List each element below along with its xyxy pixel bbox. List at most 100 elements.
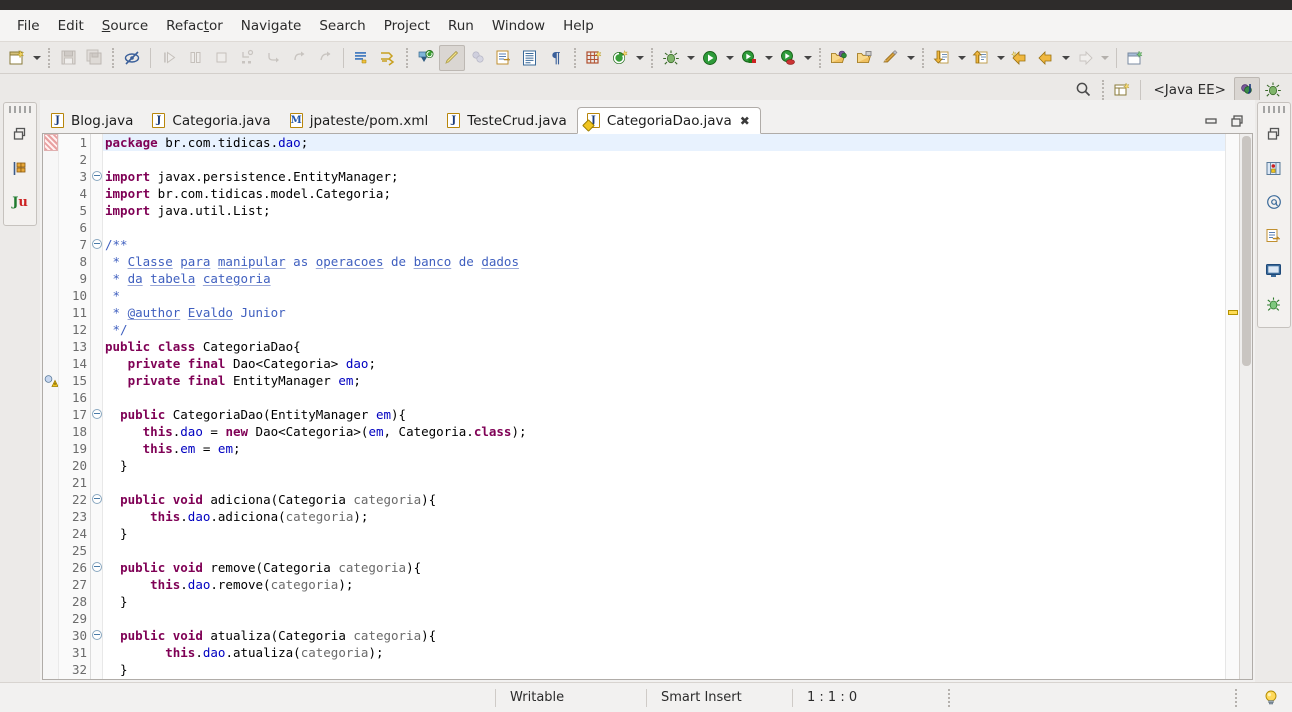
- editor-tab-categoria-java[interactable]: J Categoria.java: [143, 107, 280, 134]
- status-grip-2[interactable]: [1235, 688, 1238, 707]
- junit-icon[interactable]: Ju: [6, 188, 34, 216]
- fold-collapse-icon[interactable]: [92, 409, 102, 419]
- servers-icon[interactable]: [1260, 290, 1288, 318]
- code-line[interactable]: }: [103, 661, 1225, 678]
- code-line[interactable]: * da tabela categoria: [103, 270, 1225, 287]
- scrollbar-thumb[interactable]: [1242, 136, 1251, 366]
- code-line[interactable]: [103, 610, 1225, 627]
- overview-ruler[interactable]: [1225, 134, 1239, 679]
- run-server-icon[interactable]: [736, 45, 762, 71]
- menu-window[interactable]: Window: [483, 15, 554, 37]
- code-line[interactable]: * Classe para manipular as operacoes de …: [103, 253, 1225, 270]
- back-icon[interactable]: [1007, 45, 1033, 71]
- editor-tab-blog-java[interactable]: J Blog.java: [42, 107, 143, 134]
- skip-breakpoints-icon[interactable]: [375, 45, 401, 71]
- open-perspective-icon[interactable]: [1109, 77, 1135, 103]
- code-line[interactable]: public void remove(Categoria categoria){: [103, 559, 1225, 576]
- no-print-icon[interactable]: [119, 45, 145, 71]
- restore-view-icon[interactable]: [1260, 120, 1288, 148]
- code-line[interactable]: [103, 151, 1225, 168]
- new-class-dropdown-arrow[interactable]: [633, 46, 646, 70]
- code-line[interactable]: [103, 219, 1225, 236]
- maximize-icon[interactable]: [1229, 113, 1245, 129]
- package-explorer-icon[interactable]: [6, 154, 34, 182]
- code-line[interactable]: import javax.persistence.EntityManager;: [103, 168, 1225, 185]
- at-icon[interactable]: [1260, 188, 1288, 216]
- left-rail-grip[interactable]: [9, 106, 31, 113]
- code-line[interactable]: private final Dao<Categoria> dao;: [103, 355, 1225, 372]
- code-line[interactable]: import br.com.tidicas.model.Categoria;: [103, 185, 1225, 202]
- menu-edit[interactable]: Edit: [49, 15, 93, 37]
- code-line[interactable]: this.dao.adiciona(categoria);: [103, 508, 1225, 525]
- code-line[interactable]: */: [103, 321, 1225, 338]
- menu-project[interactable]: Project: [375, 15, 439, 37]
- run-profile-icon[interactable]: [775, 45, 801, 71]
- editor-marker-ruler[interactable]: [43, 134, 59, 679]
- minimize-icon[interactable]: [1203, 113, 1219, 129]
- editor-tab-testecrud-java[interactable]: J TesteCrud.java: [438, 107, 577, 134]
- new-wizard-icon[interactable]: [4, 45, 30, 71]
- open-task-icon[interactable]: [491, 45, 517, 71]
- vertical-scrollbar[interactable]: [1239, 134, 1252, 679]
- code-line[interactable]: this.dao.atualiza(categoria);: [103, 644, 1225, 661]
- search-icon[interactable]: [1071, 77, 1097, 103]
- code-line[interactable]: public class CategoriaDao{: [103, 338, 1225, 355]
- next-annotation-dropdown-arrow[interactable]: [955, 46, 968, 70]
- status-grip-1[interactable]: [948, 688, 951, 707]
- warning-marker-icon[interactable]: [44, 374, 58, 388]
- run-server-dropdown-arrow[interactable]: [762, 46, 775, 70]
- editor-tab-categoriadao-java[interactable]: J CategoriaDao.java ✖: [576, 107, 761, 134]
- restore-view-icon[interactable]: [6, 120, 34, 148]
- code-line[interactable]: package br.com.tidicas.dao;: [103, 134, 1225, 151]
- code-line[interactable]: [103, 389, 1225, 406]
- fold-collapse-icon[interactable]: [92, 239, 102, 249]
- lightbulb-icon[interactable]: [1248, 689, 1292, 707]
- code-editor[interactable]: 1 2 3 4 5 6 7 8 9 10 11 12 13 14 15 16 17 18 19 20 21 22 23 24 2…: [42, 134, 1253, 680]
- new-window-icon[interactable]: [1122, 45, 1148, 71]
- code-line[interactable]: * @author Evaldo Junior: [103, 304, 1225, 321]
- code-line[interactable]: public CategoriaDao(EntityManager em){: [103, 406, 1225, 423]
- folding-ruler[interactable]: [91, 134, 103, 679]
- debug-icon[interactable]: [658, 45, 684, 71]
- run-icon[interactable]: [697, 45, 723, 71]
- show-whitespace-icon[interactable]: [517, 45, 543, 71]
- code-line[interactable]: [103, 474, 1225, 491]
- toggle-mark-occurrences-icon[interactable]: [413, 45, 439, 71]
- code-line[interactable]: }: [103, 525, 1225, 542]
- menu-file[interactable]: File: [8, 15, 49, 37]
- menu-run[interactable]: Run: [439, 15, 483, 37]
- code-line[interactable]: import java.util.List;: [103, 202, 1225, 219]
- fold-collapse-icon[interactable]: [92, 494, 102, 504]
- external-tools-icon[interactable]: [878, 45, 904, 71]
- debug-dropdown-arrow[interactable]: [684, 46, 697, 70]
- fold-collapse-icon[interactable]: [92, 171, 102, 181]
- forward-icon[interactable]: [1033, 45, 1059, 71]
- fold-collapse-icon[interactable]: [92, 562, 102, 572]
- previous-annotation-dropdown-arrow[interactable]: [994, 46, 1007, 70]
- menu-refactor[interactable]: Refactor: [157, 15, 232, 37]
- new-wizard-dropdown-arrow[interactable]: [30, 46, 43, 70]
- code-line[interactable]: [103, 542, 1225, 559]
- open-task-icon-2[interactable]: [852, 45, 878, 71]
- close-icon[interactable]: ✖: [740, 115, 750, 127]
- console-icon[interactable]: [1260, 256, 1288, 284]
- code-line[interactable]: public void adiciona(Categoria categoria…: [103, 491, 1225, 508]
- code-line[interactable]: *: [103, 287, 1225, 304]
- previous-annotation-icon[interactable]: [968, 45, 994, 71]
- next-annotation-icon[interactable]: [929, 45, 955, 71]
- outline-icon[interactable]: [1260, 154, 1288, 182]
- code-line[interactable]: public void atualiza(Categoria categoria…: [103, 627, 1225, 644]
- code-line[interactable]: this.dao.remove(categoria);: [103, 576, 1225, 593]
- open-type-icon[interactable]: [826, 45, 852, 71]
- debug-perspective-icon[interactable]: [1260, 77, 1286, 103]
- highlight-icon[interactable]: [439, 44, 465, 71]
- run-dropdown-arrow[interactable]: [723, 46, 736, 70]
- java-ee-perspective-icon[interactable]: [1234, 76, 1260, 103]
- overview-warning-marker[interactable]: [1228, 310, 1238, 315]
- right-rail-grip[interactable]: [1262, 106, 1285, 113]
- code-line[interactable]: private final EntityManager em;: [103, 372, 1225, 389]
- editor-tab-pom-xml[interactable]: M jpateste/pom.xml: [281, 107, 439, 134]
- build-all-icon[interactable]: [349, 45, 375, 71]
- code-line[interactable]: this.em = em;: [103, 440, 1225, 457]
- code-line[interactable]: this.dao = new Dao<Categoria>(em, Catego…: [103, 423, 1225, 440]
